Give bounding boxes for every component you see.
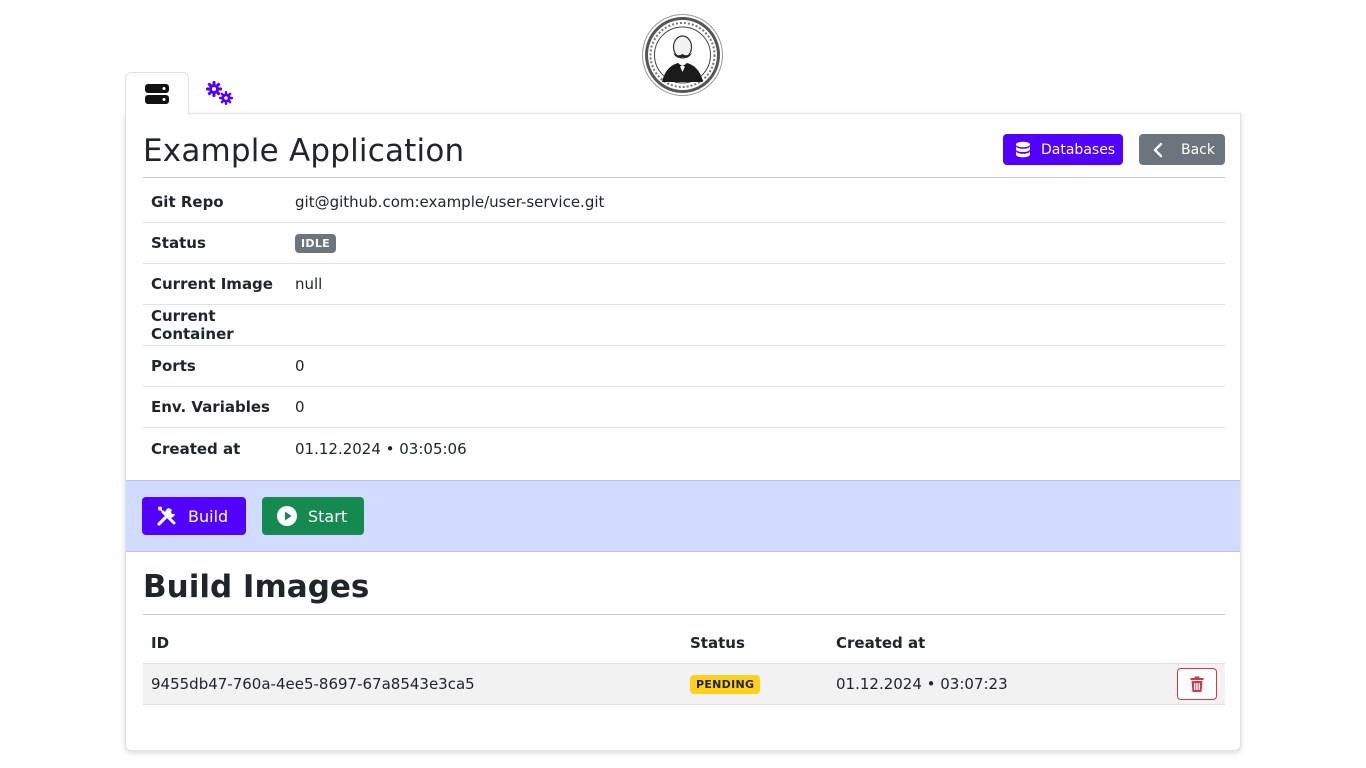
column-header-created-at: Created at bbox=[836, 633, 926, 652]
git-repo-value: git@github.com:example/user-service.git bbox=[295, 193, 605, 211]
env-variables-value: 0 bbox=[295, 398, 305, 416]
detail-label: Created at bbox=[151, 439, 241, 458]
page-title: Example Application bbox=[143, 133, 465, 169]
tools-icon bbox=[157, 506, 176, 526]
databases-button[interactable]: Databases bbox=[1003, 134, 1123, 165]
created-at-value: 01.12.2024 • 03:05:06 bbox=[295, 439, 467, 458]
detail-row-env-variables: Env. Variables 0 bbox=[143, 387, 1225, 428]
detail-label: Env. Variables bbox=[151, 398, 270, 416]
play-circle-icon bbox=[277, 506, 297, 526]
application-details: Git Repo git@github.com:example/user-ser… bbox=[143, 182, 1225, 469]
table-row: 9455db47-760a-4ee5-8697-67a8543e3ca5 PEN… bbox=[143, 664, 1225, 705]
created-at-cell: 01.12.2024 • 03:07:23 bbox=[836, 675, 1008, 693]
detail-row-created-at: Created at 01.12.2024 • 03:05:06 bbox=[143, 428, 1225, 469]
table-header: ID Status Created at bbox=[143, 622, 1225, 664]
detail-row-current-container: Current Container bbox=[143, 305, 1225, 346]
gentleman-logo-icon bbox=[649, 22, 716, 88]
application-card: Example Application Databases Back Git R… bbox=[125, 113, 1241, 751]
detail-row-ports: Ports 0 bbox=[143, 346, 1225, 387]
build-images-title: Build Images bbox=[143, 566, 1225, 615]
back-button-label: Back bbox=[1181, 141, 1215, 158]
detail-row-git-repo: Git Repo git@github.com:example/user-ser… bbox=[143, 182, 1225, 223]
status-badge: PENDING bbox=[690, 675, 761, 694]
chevron-left-icon bbox=[1153, 142, 1163, 157]
card-header: Example Application Databases Back bbox=[143, 130, 1225, 178]
tab-bar bbox=[125, 72, 251, 115]
database-icon bbox=[1016, 141, 1030, 157]
current-image-value: null bbox=[295, 275, 323, 293]
delete-image-button[interactable] bbox=[1177, 668, 1217, 700]
ports-value: 0 bbox=[295, 357, 305, 375]
detail-row-status: Status IDLE bbox=[143, 223, 1225, 264]
detail-label: Current Image bbox=[151, 275, 273, 293]
start-button-label: Start bbox=[308, 506, 348, 526]
column-header-status: Status bbox=[690, 633, 745, 652]
detail-label: Git Repo bbox=[151, 193, 224, 211]
actions-bar: Build Start bbox=[126, 480, 1240, 552]
gears-icon bbox=[206, 81, 233, 105]
column-header-id: ID bbox=[151, 633, 170, 652]
app-logo bbox=[645, 17, 720, 93]
build-images-table: ID Status Created at 9455db47-760a-4ee5-… bbox=[143, 622, 1225, 705]
trash-icon bbox=[1190, 676, 1204, 692]
databases-button-label: Databases bbox=[1041, 141, 1116, 158]
detail-label: Ports bbox=[151, 357, 196, 375]
build-button[interactable]: Build bbox=[142, 497, 246, 535]
back-button[interactable]: Back bbox=[1139, 134, 1225, 165]
detail-row-current-image: Current Image null bbox=[143, 264, 1225, 305]
tab-applications[interactable] bbox=[125, 72, 189, 115]
server-icon bbox=[145, 83, 169, 104]
start-button[interactable]: Start bbox=[262, 497, 364, 535]
detail-label: Current Container bbox=[151, 307, 234, 343]
detail-label: Status bbox=[151, 234, 206, 252]
image-id-cell: 9455db47-760a-4ee5-8697-67a8543e3ca5 bbox=[151, 675, 475, 693]
tab-settings[interactable] bbox=[189, 72, 251, 114]
build-button-label: Build bbox=[188, 506, 229, 526]
status-badge: IDLE bbox=[295, 234, 336, 253]
